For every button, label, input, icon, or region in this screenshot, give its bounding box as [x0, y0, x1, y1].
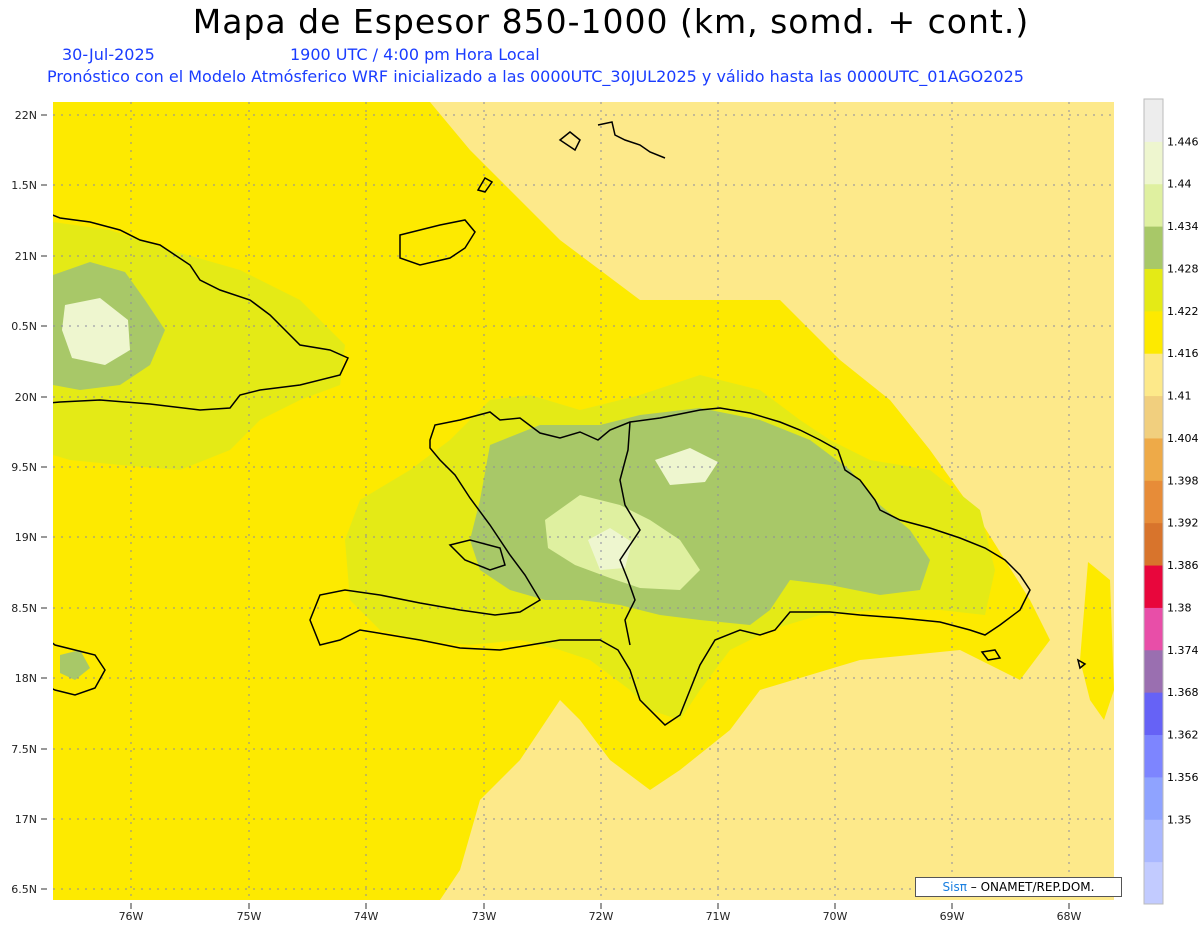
colorbar-bin: [1144, 353, 1163, 397]
colorbar-label: 1.398: [1167, 474, 1199, 487]
lat-label: 20N: [15, 391, 37, 404]
colorbar-label: 1.404: [1167, 432, 1199, 445]
credit-text: – ONAMET/REP.DOM.: [970, 880, 1095, 894]
colorbar-bin: [1144, 226, 1163, 269]
longitude-axis: 76W 75W 74W 73W 72W 71W 70W 69W 68W: [119, 903, 1082, 923]
lon-label: 71W: [706, 910, 731, 923]
colorbar-bin: [1144, 734, 1163, 778]
colorbar-label: 1.374: [1167, 644, 1199, 657]
lon-label: 76W: [119, 910, 144, 923]
lat-label: 7.5N: [11, 743, 37, 756]
lat-label: 18N: [15, 672, 37, 685]
lon-label: 74W: [354, 910, 379, 923]
colorbar-label: 1.356: [1167, 771, 1199, 784]
colorbar-label: 1.428: [1167, 262, 1199, 275]
colorbar-bin: [1144, 861, 1163, 905]
colorbar-bin: [1144, 565, 1163, 608]
colorbar-label: 1.446: [1167, 135, 1199, 148]
colorbar-bin: [1144, 649, 1163, 693]
colorbar-bin: [1144, 99, 1163, 142]
colorbar-label: 1.392: [1167, 517, 1199, 530]
colorbar-bin: [1144, 607, 1163, 651]
lat-label: 17N: [15, 813, 37, 826]
colorbar-bin: [1144, 310, 1163, 354]
credit-brand: Sisπ: [942, 880, 967, 894]
colorbar-label: 1.368: [1167, 686, 1199, 699]
colorbar-bin: [1144, 480, 1163, 524]
lat-label: 8.5N: [11, 602, 37, 615]
lon-label: 70W: [823, 910, 848, 923]
lon-label: 68W: [1057, 910, 1082, 923]
colorbar-label: 1.362: [1167, 729, 1199, 742]
colorbar-label: 1.44: [1167, 178, 1192, 191]
map-plot-area: [53, 102, 1114, 900]
credit-box: Sisπ – ONAMET/REP.DOM.: [915, 877, 1122, 897]
colorbar-label: 1.35: [1167, 813, 1192, 826]
colorbar-label: 1.434: [1167, 220, 1199, 233]
colorbar: 1.35 1.356 1.362 1.368 1.374 1.38 1.386 1.392 1.…: [1143, 98, 1199, 905]
colorbar-label: 1.41: [1167, 390, 1192, 403]
latitude-axis: 22N 1.5N 21N 0.5N 20N 9.5N 19N 8.5N 18N …: [11, 109, 47, 896]
lat-label: 22N: [15, 109, 37, 122]
colorbar-label: 1.422: [1167, 305, 1199, 318]
colorbar-bin: [1144, 183, 1163, 227]
colorbar-bin: [1144, 522, 1163, 566]
colorbar-label: 1.416: [1167, 347, 1199, 360]
colorbar-bin: [1144, 437, 1163, 481]
lon-label: 73W: [472, 910, 497, 923]
colorbar-label: 1.386: [1167, 559, 1199, 572]
colorbar-bin: [1144, 268, 1163, 312]
lat-label: 1.5N: [11, 179, 37, 192]
lat-label: 0.5N: [11, 320, 37, 333]
lat-label: 9.5N: [11, 461, 37, 474]
lon-label: 72W: [589, 910, 614, 923]
colorbar-bin: [1144, 776, 1163, 820]
thickness-map: 22N 1.5N 21N 0.5N 20N 9.5N 19N 8.5N 18N …: [11, 98, 1199, 923]
lon-label: 75W: [237, 910, 262, 923]
lon-label: 69W: [940, 910, 965, 923]
lat-label: 21N: [15, 250, 37, 263]
lat-label: 6.5N: [11, 883, 37, 896]
colorbar-bin: [1144, 692, 1163, 736]
lat-label: 19N: [15, 531, 37, 544]
colorbar-bin: [1144, 395, 1163, 439]
colorbar-bin: [1144, 819, 1163, 863]
colorbar-bin: [1144, 141, 1163, 185]
colorbar-label: 1.38: [1167, 601, 1192, 614]
